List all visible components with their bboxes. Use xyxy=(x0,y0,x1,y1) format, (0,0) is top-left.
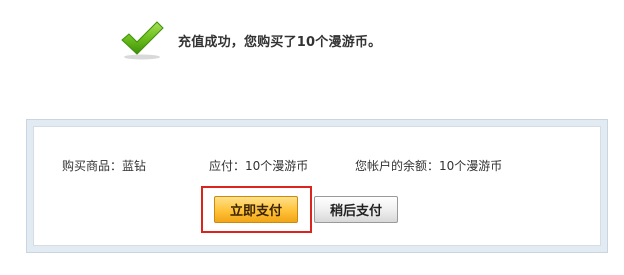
balance-info: 您帐户的余额：10个漫游币 xyxy=(355,159,503,173)
order-panel: 购买商品：蓝钻 应付：10个漫游币 您帐户的余额：10个漫游币 立即支付 稍后支… xyxy=(26,119,608,253)
pay-later-button[interactable]: 稍后支付 xyxy=(314,196,398,223)
payment-result-page: 充值成功，您购买了10个漫游币。 购买商品：蓝钻 应付：10个漫游币 您帐户的余… xyxy=(0,0,624,275)
pay-now-button[interactable]: 立即支付 xyxy=(214,196,298,223)
order-panel-content: 购买商品：蓝钻 应付：10个漫游币 您帐户的余额：10个漫游币 立即支付 稍后支… xyxy=(33,126,601,246)
product-info: 购买商品：蓝钻 xyxy=(62,159,147,173)
success-banner: 充值成功，您购买了10个漫游币。 xyxy=(120,20,381,60)
price-info: 应付：10个漫游币 xyxy=(209,159,309,173)
checkmark-icon xyxy=(121,21,164,60)
success-message: 充值成功，您购买了10个漫游币。 xyxy=(178,34,382,50)
